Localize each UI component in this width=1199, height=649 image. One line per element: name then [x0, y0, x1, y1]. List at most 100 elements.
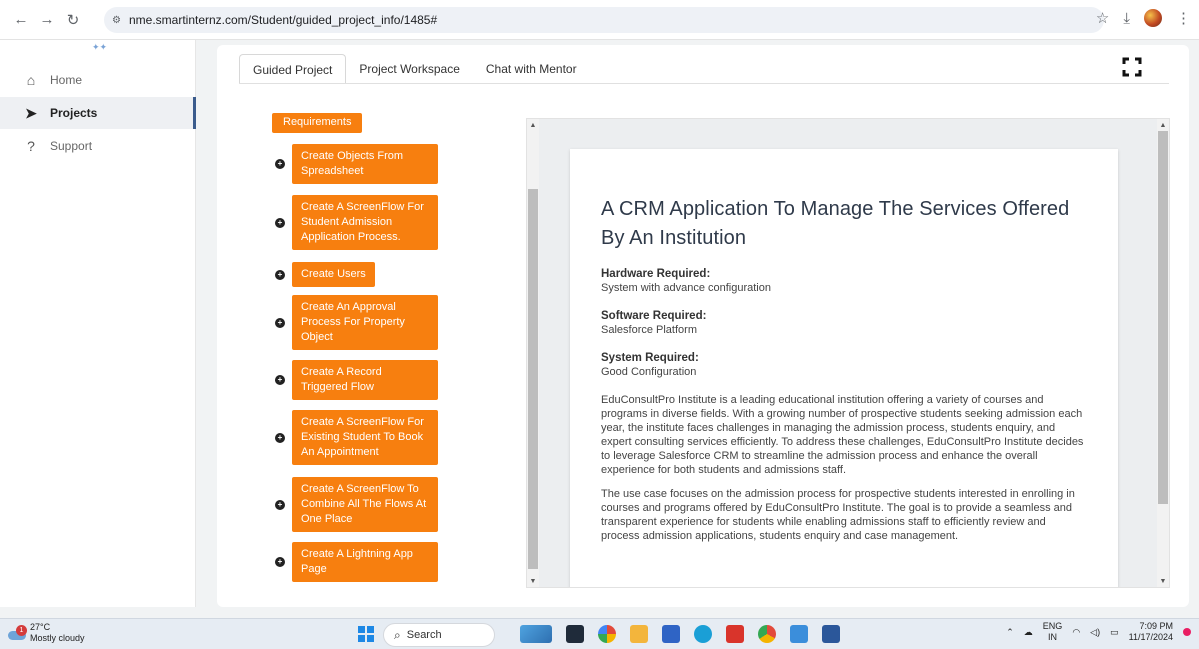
scroll-down-arrow-icon[interactable]: ▼	[527, 575, 539, 587]
hardware-label: Hardware Required:	[601, 268, 711, 280]
battery-icon[interactable]: ▭	[1110, 627, 1119, 638]
tab-guided-project[interactable]: Guided Project	[239, 54, 347, 84]
notification-bell-icon[interactable]	[1183, 628, 1191, 636]
steps-list: Requirements + Create Objects From Sprea…	[272, 113, 452, 583]
bookmark-star-icon[interactable]: ☆	[1096, 9, 1109, 27]
left-sidebar: ✦✦ ⌂ Home ➤ Projects ? Support	[0, 40, 196, 607]
document-viewer: ▲ ▼ A CRM Application To Manage The Serv…	[526, 118, 1170, 588]
document-title: A CRM Application To Manage The Services…	[601, 198, 1070, 249]
browser-menu-icon[interactable]: ⋮	[1176, 9, 1191, 27]
store-icon[interactable]	[662, 625, 680, 643]
sidebar-item-label: Projects	[50, 106, 98, 120]
step-row: + Create A ScreenFlow To Combine All The…	[272, 477, 452, 532]
back-icon[interactable]: ←	[10, 9, 32, 31]
profile-avatar[interactable]	[1144, 9, 1162, 27]
site-info-icon[interactable]: ⚙	[112, 15, 121, 26]
forward-icon[interactable]: →	[36, 9, 58, 31]
edge-icon[interactable]	[694, 625, 712, 643]
expand-plus-icon[interactable]: +	[275, 499, 285, 510]
step-row: + Create A Record Triggered Flow	[272, 360, 452, 400]
expand-plus-icon[interactable]: +	[275, 269, 285, 280]
left-scrollbar[interactable]: ▲ ▼	[527, 119, 539, 587]
document-page: A CRM Application To Manage The Services…	[570, 149, 1118, 587]
sidebar-item-support[interactable]: ? Support	[0, 130, 196, 162]
windows-start-icon[interactable]	[358, 626, 374, 642]
step-button[interactable]: Create A ScreenFlow For Student Admissio…	[292, 195, 438, 250]
system-value: Good Configuration	[601, 366, 697, 378]
step-row: + Create Objects From Spreadsheet	[272, 144, 452, 184]
reload-icon[interactable]: ↻	[62, 9, 84, 31]
browser-toolbar: ← → ↻ ⚙ nme.smartinternz.com/Student/gui…	[0, 0, 1199, 40]
scroll-thumb[interactable]	[1158, 131, 1168, 504]
step-requirements-button[interactable]: Requirements	[272, 113, 363, 133]
taskbar-search[interactable]: ⌕ Search	[383, 623, 495, 647]
home-icon: ⌂	[26, 72, 36, 88]
onedrive-icon[interactable]: ☁	[1024, 627, 1033, 638]
expand-plus-icon[interactable]: +	[275, 557, 285, 567]
step-row: + Create A ScreenFlow For Existing Stude…	[272, 410, 452, 465]
photos-icon[interactable]	[790, 625, 808, 643]
logo-icon: ✦✦	[92, 42, 108, 52]
language-indicator[interactable]: ENG IN	[1043, 621, 1063, 643]
step-button[interactable]: Create A Lightning App Page	[292, 542, 438, 582]
scroll-thumb[interactable]	[528, 189, 538, 569]
app-icon[interactable]	[566, 625, 584, 643]
step-row: + Create A ScreenFlow For Student Admiss…	[272, 195, 452, 250]
system-label: System Required:	[601, 352, 699, 364]
copilot-icon[interactable]	[598, 625, 616, 643]
expand-plus-icon[interactable]: +	[275, 159, 285, 169]
fullscreen-icon[interactable]	[1122, 57, 1142, 77]
expand-plus-icon[interactable]: +	[275, 317, 285, 328]
address-bar[interactable]: ⚙ nme.smartinternz.com/Student/guided_pr…	[104, 7, 1104, 33]
step-button[interactable]: Create A ScreenFlow To Combine All The F…	[292, 477, 438, 532]
cloud-icon: 1	[6, 625, 28, 641]
software-label: Software Required:	[601, 310, 707, 322]
expand-plus-icon[interactable]: +	[275, 375, 285, 385]
tab-project-workspace[interactable]: Project Workspace	[346, 54, 472, 84]
sidebar-item-home[interactable]: ⌂ Home	[0, 64, 196, 96]
browser-actions: ☆ ⤓ ⋮	[1096, 9, 1191, 27]
sidebar-item-projects[interactable]: ➤ Projects	[0, 97, 196, 129]
search-label: Search	[406, 629, 442, 641]
chrome-icon[interactable]	[758, 625, 776, 643]
step-button[interactable]: Create Users	[292, 262, 375, 287]
file-explorer-icon[interactable]	[630, 625, 648, 643]
weather-badge: 1	[16, 625, 27, 636]
lang-primary: ENG	[1042, 621, 1063, 631]
software-value: Salesforce Platform	[601, 324, 697, 336]
chevron-up-icon[interactable]: ⌃	[1006, 627, 1014, 638]
landscape-app-icon[interactable]	[520, 625, 552, 643]
scroll-up-arrow-icon[interactable]: ▲	[527, 119, 539, 133]
step-button[interactable]: Create Objects From Spreadsheet	[292, 144, 438, 184]
weather-desc: Mostly cloudy	[30, 633, 85, 643]
hardware-value: System with advance configuration	[601, 282, 771, 294]
expand-plus-icon[interactable]: +	[275, 432, 285, 443]
scroll-down-arrow-icon[interactable]: ▼	[1157, 575, 1169, 587]
weather-widget[interactable]: 1 27°C Mostly cloudy	[6, 622, 85, 644]
weather-temp: 27°C	[30, 622, 51, 632]
sidebar-item-label: Support	[50, 139, 93, 153]
url-text: nme.smartinternz.com/Student/guided_proj…	[128, 13, 438, 27]
tab-chat-with-mentor[interactable]: Chat with Mentor	[473, 54, 590, 84]
expand-plus-icon[interactable]: +	[275, 217, 285, 228]
step-button[interactable]: Create A ScreenFlow For Existing Student…	[292, 410, 438, 465]
step-button[interactable]: Create A Record Triggered Flow	[292, 360, 438, 400]
volume-icon[interactable]: ◁)	[1090, 627, 1100, 638]
clock-date: 11/17/2024	[1128, 632, 1173, 642]
clock[interactable]: 7:09 PM 11/17/2024	[1129, 621, 1173, 643]
system-tray: ⌃ ☁ ENG IN ◠ ◁) ▭ 7:09 PM 11/17/2024	[1006, 621, 1191, 643]
word-icon[interactable]	[822, 625, 840, 643]
tab-divider	[239, 83, 1169, 84]
windows-taskbar: 1 27°C Mostly cloudy ⌕ Search ⌃ ☁ ENG IN…	[0, 618, 1199, 649]
step-button[interactable]: Create An Approval Process For Property …	[292, 295, 438, 350]
sidebar-item-label: Home	[50, 73, 83, 87]
paper-plane-icon: ➤	[25, 104, 37, 121]
step-row: + Create An Approval Process For Propert…	[272, 295, 452, 350]
wifi-icon[interactable]: ◠	[1072, 627, 1080, 638]
download-icon[interactable]: ⤓	[1123, 10, 1130, 27]
tab-bar: Guided Project Project Workspace Chat wi…	[239, 54, 590, 84]
right-scrollbar[interactable]: ▲ ▼	[1157, 119, 1169, 587]
step-row: + Create Users	[272, 262, 452, 287]
question-icon: ?	[27, 138, 35, 154]
mcafee-icon[interactable]	[726, 625, 744, 643]
